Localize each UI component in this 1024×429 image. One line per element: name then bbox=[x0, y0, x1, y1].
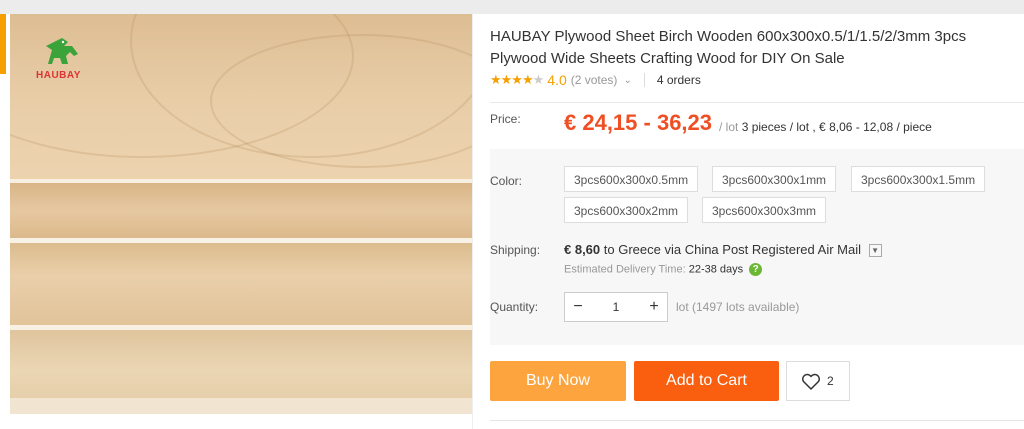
rating-value: 4.0 bbox=[547, 72, 567, 88]
price-label: Price: bbox=[490, 112, 521, 126]
add-to-cart-button[interactable]: Add to Cart bbox=[634, 361, 779, 401]
price-unit-prefix: / lot bbox=[719, 120, 739, 134]
color-option[interactable]: 3pcs600x300x0.5mm bbox=[564, 166, 699, 192]
product-image[interactable]: HAUBAY bbox=[10, 14, 473, 414]
shipping-method[interactable]: € 8,60 to Greece via China Post Register… bbox=[564, 242, 882, 258]
delivery-label: Estimated Delivery Time: bbox=[564, 263, 686, 276]
divider bbox=[643, 73, 645, 87]
delivery-days: 22-38 days bbox=[688, 263, 744, 276]
shipping-destination: to Greece via China Post Registered Air … bbox=[600, 242, 861, 257]
color-option[interactable]: 3pcs600x300x1mm bbox=[712, 166, 837, 192]
top-bar bbox=[0, 0, 1024, 14]
quantity-minus-button[interactable]: − bbox=[565, 293, 591, 321]
divider bbox=[490, 102, 1024, 103]
chevron-down-icon[interactable]: ⌄ bbox=[623, 75, 631, 86]
brand-logo-text: HAUBAY bbox=[36, 70, 81, 81]
color-label: Color: bbox=[490, 174, 523, 188]
chevron-down-icon[interactable]: ▼ bbox=[868, 244, 882, 258]
thumbnail-indicator bbox=[0, 14, 6, 74]
quantity-plus-button[interactable]: + bbox=[641, 293, 667, 321]
quantity-label: Quantity: bbox=[490, 300, 539, 314]
rating-stars[interactable]: ★★★★★ bbox=[490, 72, 544, 88]
brand-logo: HAUBAY bbox=[36, 36, 96, 84]
divider bbox=[490, 420, 1024, 421]
color-option[interactable]: 3pcs600x300x1.5mm bbox=[851, 166, 986, 192]
wishlist-count: 2 bbox=[827, 374, 834, 388]
horse-logo-icon bbox=[46, 38, 78, 64]
help-icon[interactable]: ? bbox=[749, 263, 763, 276]
wishlist-button[interactable]: 2 bbox=[786, 361, 850, 401]
heart-icon bbox=[802, 373, 820, 390]
shipping-price: € 8,60 bbox=[564, 242, 601, 257]
quantity-input[interactable]: 1 bbox=[591, 293, 641, 321]
quantity-stepper: − 1 + bbox=[564, 292, 668, 322]
quantity-available: lot (1497 lots available) bbox=[676, 300, 800, 314]
shipping-label: Shipping: bbox=[490, 243, 541, 257]
orders-count: 4 orders bbox=[656, 73, 701, 87]
buy-now-button[interactable]: Buy Now bbox=[490, 361, 626, 401]
color-option[interactable]: 3pcs600x300x2mm bbox=[564, 197, 689, 223]
price-value: € 24,15 - 36,23 bbox=[564, 110, 713, 135]
product-title: HAUBAY Plywood Sheet Birch Wooden 600x30… bbox=[490, 28, 967, 67]
rating-row: ★★★★★ 4.0 (2 votes) ⌄ 4 orders bbox=[490, 72, 701, 88]
votes-link[interactable]: (2 votes) bbox=[571, 73, 618, 87]
price-unit: / lot 3 pieces / lot , € 8,06 - 12,08 / … bbox=[719, 120, 932, 134]
color-option[interactable]: 3pcs600x300x3mm bbox=[702, 197, 827, 223]
price-unit-detail: 3 pieces / lot , € 8,06 - 12,08 / piece bbox=[741, 120, 932, 134]
column-divider bbox=[472, 14, 473, 429]
delivery-time: Estimated Delivery Time: 22-38 days ? bbox=[564, 263, 763, 276]
